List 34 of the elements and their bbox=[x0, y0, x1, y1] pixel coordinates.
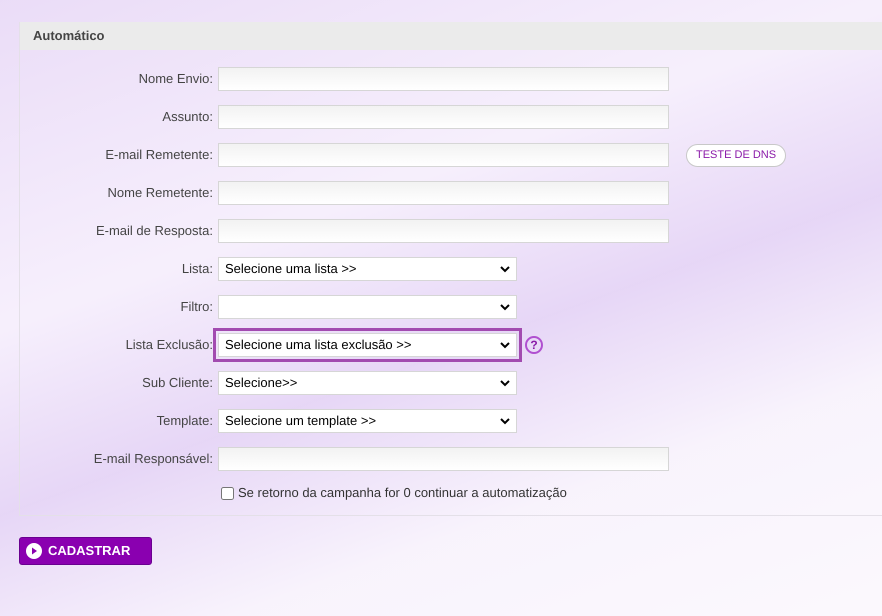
field-label: E-mail Responsável: bbox=[92, 450, 214, 468]
chevron-down-icon bbox=[500, 266, 510, 272]
field-label: Template: bbox=[156, 412, 214, 430]
dns-test-button[interactable]: TESTE DE DNS bbox=[686, 144, 786, 166]
field-label: Sub Cliente: bbox=[141, 374, 214, 392]
field-label: Assunto: bbox=[161, 108, 214, 126]
field-label: Nome Remetente: bbox=[106, 184, 214, 202]
play-icon bbox=[26, 543, 42, 559]
field-label: Filtro: bbox=[180, 298, 214, 316]
text-field[interactable] bbox=[218, 219, 669, 243]
dropdown-field[interactable]: Selecione uma lista >> bbox=[218, 257, 517, 281]
text-field[interactable] bbox=[218, 181, 669, 205]
field-label: E-mail de Resposta: bbox=[94, 222, 214, 240]
dropdown-field[interactable]: Selecione>> bbox=[218, 371, 517, 395]
field-label: E-mail Remetente: bbox=[104, 146, 214, 164]
help-icon[interactable]: ? bbox=[525, 336, 543, 354]
dropdown-field[interactable]: Selecione um template >> bbox=[218, 409, 517, 433]
section-header: Automático bbox=[20, 22, 882, 50]
text-field[interactable] bbox=[218, 67, 669, 91]
text-field[interactable] bbox=[218, 447, 669, 471]
dropdown-field[interactable] bbox=[218, 295, 517, 319]
chevron-down-icon bbox=[500, 380, 510, 386]
dropdown-field[interactable]: Selecione uma lista exclusão >> bbox=[218, 333, 517, 357]
checkbox-label: Se retorno da campanha for 0 continuar a automatização bbox=[238, 484, 567, 502]
text-field[interactable] bbox=[218, 143, 669, 167]
field-label: Lista Exclusão: bbox=[124, 336, 214, 354]
field-label: Lista: bbox=[180, 260, 214, 278]
field-label: Nome Envio: bbox=[138, 70, 214, 88]
checkbox[interactable] bbox=[221, 486, 234, 500]
chevron-down-icon bbox=[500, 342, 510, 348]
chevron-down-icon bbox=[500, 304, 510, 310]
chevron-down-icon bbox=[500, 418, 510, 424]
submit-button[interactable]: CADASTRAR bbox=[19, 537, 152, 565]
text-field[interactable] bbox=[218, 105, 669, 129]
